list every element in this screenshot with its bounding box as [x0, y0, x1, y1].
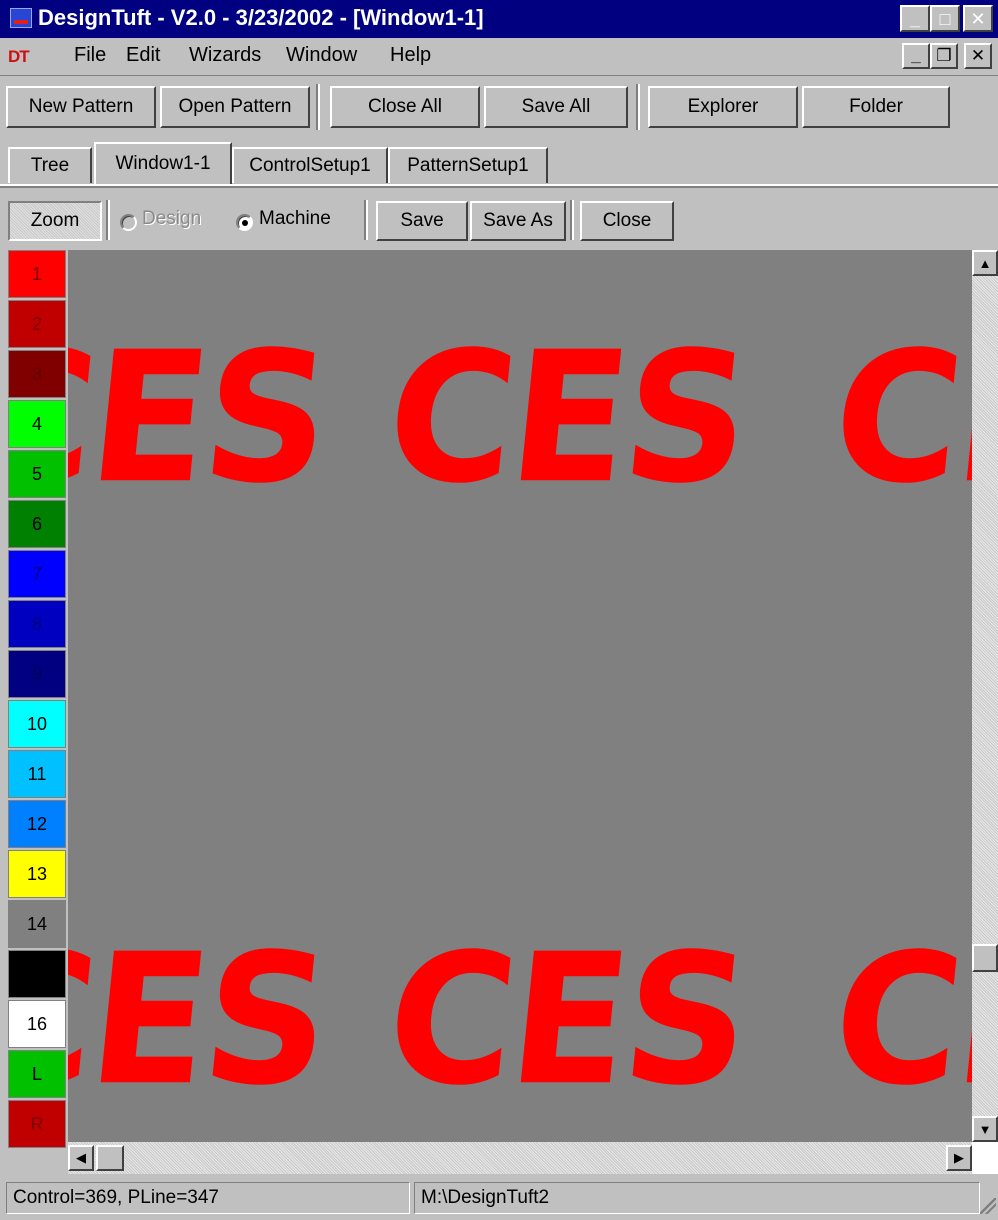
vertical-scroll-thumb[interactable] [972, 944, 998, 972]
horizontal-scroll-thumb[interactable] [96, 1145, 124, 1171]
scroll-up-icon[interactable]: ▲ [972, 250, 998, 276]
palette-swatch[interactable]: L [8, 1050, 66, 1098]
machine-radio-label[interactable]: Machine [259, 208, 331, 230]
palette-swatch[interactable]: 1 [8, 250, 66, 298]
mdi-child-icon[interactable]: DT [8, 47, 30, 67]
scroll-right-icon[interactable]: ▶ [946, 1145, 972, 1171]
mdi-restore-button[interactable]: ❐ [930, 43, 958, 69]
toolbar-separator [636, 84, 640, 130]
tab-strip: Tree Window1-1 ControlSetup1 PatternSetu… [0, 138, 998, 186]
toolbar-separator [316, 84, 320, 130]
title-bar: DesignTuft - V2.0 - 3/23/2002 - [Window1… [0, 0, 998, 38]
palette-swatch[interactable] [8, 950, 66, 998]
resize-grip-icon[interactable] [980, 1198, 996, 1214]
window-title: DesignTuft - V2.0 - 3/23/2002 - [Window1… [38, 5, 484, 30]
toolbar-separator [106, 200, 110, 240]
minimize-button[interactable]: _ [900, 5, 930, 32]
logo-text: DT [8, 47, 30, 66]
palette-swatch[interactable]: 2 [8, 300, 66, 348]
design-radio-label[interactable]: Design [142, 208, 201, 230]
palette-swatch[interactable]: 7 [8, 550, 66, 598]
palette-swatch[interactable]: 11 [8, 750, 66, 798]
canvas-text: CES [68, 312, 336, 524]
design-radio[interactable] [120, 214, 137, 231]
mdi-close-button[interactable]: ✕ [964, 43, 992, 69]
tab-patternsetup1[interactable]: PatternSetup1 [388, 147, 548, 183]
color-palette: 1 2 3 4 5 6 7 8 9 10 11 12 13 14 16 L R [8, 250, 68, 1150]
palette-swatch[interactable]: 6 [8, 500, 66, 548]
status-bar: Control=369, PLine=347 M:\DesignTuft2 [0, 1178, 998, 1220]
canvas-text: CES [824, 312, 972, 524]
palette-swatch[interactable]: 8 [8, 600, 66, 648]
palette-swatch[interactable]: 3 [8, 350, 66, 398]
pattern-toolbar: Zoom Design Machine Save Save As Close [0, 192, 998, 246]
toolbar-separator [364, 200, 368, 240]
menu-wizards[interactable]: Wizards [189, 44, 261, 67]
close-all-button[interactable]: Close All [330, 86, 480, 128]
toolbar-separator [570, 200, 574, 240]
status-path: M:\DesignTuft2 [414, 1182, 980, 1214]
palette-swatch[interactable]: 5 [8, 450, 66, 498]
canvas-text: CES [68, 914, 336, 1126]
zoom-button[interactable]: Zoom [8, 201, 102, 241]
main-toolbar: New Pattern Open Pattern Close All Save … [0, 75, 998, 137]
scroll-down-icon[interactable]: ▼ [972, 1116, 998, 1142]
tab-baseline [0, 184, 998, 188]
tab-window1-1[interactable]: Window1-1 [94, 142, 232, 184]
canvas-text: CES [378, 914, 756, 1126]
menu-window[interactable]: Window [286, 44, 357, 67]
palette-swatch[interactable]: 10 [8, 700, 66, 748]
menu-edit[interactable]: Edit [126, 44, 160, 67]
scroll-left-icon[interactable]: ◀ [68, 1145, 94, 1171]
menu-file[interactable]: File [74, 44, 106, 67]
tab-tree[interactable]: Tree [8, 147, 92, 183]
close-pattern-button[interactable]: Close [580, 201, 674, 241]
save-as-button[interactable]: Save As [470, 201, 566, 241]
save-button[interactable]: Save [376, 201, 468, 241]
palette-swatch[interactable]: 13 [8, 850, 66, 898]
open-pattern-button[interactable]: Open Pattern [160, 86, 310, 128]
canvas-text: CES [378, 312, 756, 524]
menu-help[interactable]: Help [390, 44, 431, 67]
canvas-text: CES [824, 914, 972, 1126]
machine-radio[interactable] [236, 214, 253, 231]
menu-bar: DT File Edit Wizards Window Help _ ❐ ✕ [0, 39, 998, 73]
palette-swatch[interactable]: 4 [8, 400, 66, 448]
pattern-canvas[interactable]: CES CES CES CES CES CES [68, 250, 972, 1142]
maximize-button[interactable]: □ [930, 5, 960, 32]
explorer-button[interactable]: Explorer [648, 86, 798, 128]
save-all-button[interactable]: Save All [484, 86, 628, 128]
palette-swatch[interactable]: 9 [8, 650, 66, 698]
palette-swatch[interactable]: 16 [8, 1000, 66, 1048]
status-control-info: Control=369, PLine=347 [6, 1182, 410, 1214]
folder-button[interactable]: Folder [802, 86, 950, 128]
vertical-scrollbar[interactable]: ▲ ▼ [972, 250, 998, 1142]
palette-swatch[interactable]: 12 [8, 800, 66, 848]
new-pattern-button[interactable]: New Pattern [6, 86, 156, 128]
app-icon[interactable] [10, 8, 32, 28]
horizontal-scrollbar[interactable]: ◀ ▶ [68, 1142, 972, 1174]
palette-swatch[interactable]: R [8, 1100, 66, 1148]
scroll-corner [972, 1142, 998, 1174]
palette-swatch[interactable]: 14 [8, 900, 66, 948]
tab-controlsetup1[interactable]: ControlSetup1 [232, 147, 388, 183]
close-window-button[interactable]: ✕ [963, 5, 993, 32]
mdi-minimize-button[interactable]: _ [902, 43, 930, 69]
